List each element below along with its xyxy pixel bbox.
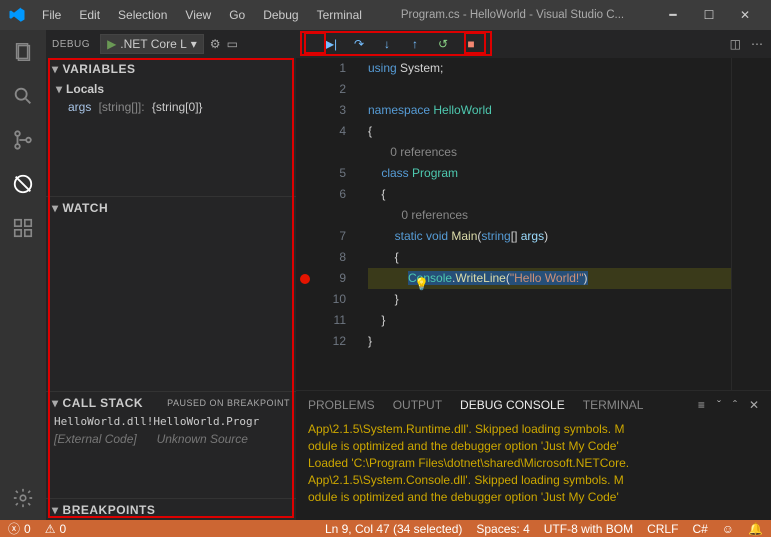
menu-bar: File Edit Selection View Go Debug Termin… [34,4,370,26]
tab-debug-console[interactable]: DEBUG CONSOLE [460,398,565,412]
clear-console-icon[interactable]: ≡ [698,398,705,412]
explorer-icon[interactable] [11,40,35,64]
feedback-icon[interactable]: ☺ [722,522,734,536]
panel-close-icon[interactable]: ✕ [749,398,759,412]
maximize-button[interactable]: ☐ [691,0,727,30]
status-encoding[interactable]: UTF-8 with BOM [544,522,633,536]
editor-toolbar: ▶| ↷ ↓ ↑ ↺ ■ ◫ ⋯ [296,30,771,58]
annotation-box [300,31,492,56]
callstack-section-header[interactable]: ▾CALL STACK PAUSED ON BREAKPOINT [46,391,296,413]
notifications-icon[interactable]: 🔔 [748,522,763,536]
status-errors[interactable]: ⓧ 0 [8,520,31,537]
variable-row[interactable]: args [string[]]: {string[0]} [46,98,296,116]
source-control-icon[interactable] [11,128,35,152]
menu-debug[interactable]: Debug [255,4,306,26]
menu-go[interactable]: Go [221,4,253,26]
menu-selection[interactable]: Selection [110,4,175,26]
more-actions-icon[interactable]: ⋯ [751,37,763,51]
activity-bar [0,30,46,520]
settings-gear-icon[interactable] [11,486,35,510]
menu-terminal[interactable]: Terminal [309,4,370,26]
debug-console-toggle-icon[interactable]: ▭ [227,37,238,51]
bottom-panel: PROBLEMS OUTPUT DEBUG CONSOLE TERMINAL ≡… [296,390,771,520]
tab-terminal[interactable]: TERMINAL [583,398,644,412]
panel-collapse-icon[interactable]: ˇ [717,398,721,412]
menu-view[interactable]: View [177,4,219,26]
tab-output[interactable]: OUTPUT [393,398,442,412]
status-cursor-pos[interactable]: Ln 9, Col 47 (34 selected) [325,522,462,536]
breakpoints-section-header[interactable]: ▾BREAKPOINTS [46,498,296,520]
title-bar: File Edit Selection View Go Debug Termin… [0,0,771,30]
start-debug-button[interactable]: ▶ .NET Core L ▾ [100,34,204,54]
debug-side-panel: DEBUG ▶ .NET Core L ▾ ⚙ ▭ ▾VARIABLES ▾Lo… [46,30,296,520]
menu-file[interactable]: File [34,4,69,26]
debug-config-gear-icon[interactable]: ⚙ [210,37,221,51]
stack-frame-external[interactable]: [External Code] Unknown Source [46,430,296,448]
debug-console-output[interactable]: App\2.1.5\System.Runtime.dll'. Skipped l… [296,419,771,520]
locals-header[interactable]: ▾Locals [46,80,296,98]
minimize-button[interactable]: ━ [655,0,691,30]
status-warnings[interactable]: ⚠ 0 [45,522,66,536]
debug-panel-label: DEBUG [52,39,90,50]
debug-config-name: .NET Core L [120,37,186,51]
code-editor[interactable]: 1234 56 789101112 💡 using System; namesp… [296,58,771,390]
status-eol[interactable]: CRLF [647,522,678,536]
split-editor-icon[interactable]: ◫ [730,37,741,51]
watch-section-header[interactable]: ▾WATCH [46,196,296,218]
panel-expand-icon[interactable]: ˆ [733,398,737,412]
status-language[interactable]: C# [692,522,707,536]
search-icon[interactable] [11,84,35,108]
tab-problems[interactable]: PROBLEMS [308,398,375,412]
line-number-gutter: 1234 56 789101112 [314,58,356,390]
extensions-icon[interactable] [11,216,35,240]
chevron-down-icon: ▾ [191,37,197,51]
panel-tabs: PROBLEMS OUTPUT DEBUG CONSOLE TERMINAL ≡… [296,391,771,419]
window-title: Program.cs - HelloWorld - Visual Studio … [370,9,655,21]
code-content[interactable]: 💡 using System; namespace HelloWorld { 0… [356,58,731,390]
lightbulb-icon[interactable]: 💡 [414,274,429,295]
play-icon: ▶ [107,37,116,51]
status-indent[interactable]: Spaces: 4 [476,522,529,536]
vscode-logo-icon [8,6,26,24]
minimap[interactable] [731,58,771,390]
debug-icon[interactable] [11,172,35,196]
editor-area: ▶| ↷ ↓ ↑ ↺ ■ ◫ ⋯ 1234 56 [296,30,771,520]
close-button[interactable]: ✕ [727,0,763,30]
variables-section-header[interactable]: ▾VARIABLES [46,58,296,80]
status-bar: ⓧ 0 ⚠ 0 Ln 9, Col 47 (34 selected) Space… [0,520,771,537]
stack-frame[interactable]: HelloWorld.dll!HelloWorld.Progr [46,413,296,430]
menu-edit[interactable]: Edit [71,4,108,26]
breakpoint-icon[interactable] [300,274,310,284]
